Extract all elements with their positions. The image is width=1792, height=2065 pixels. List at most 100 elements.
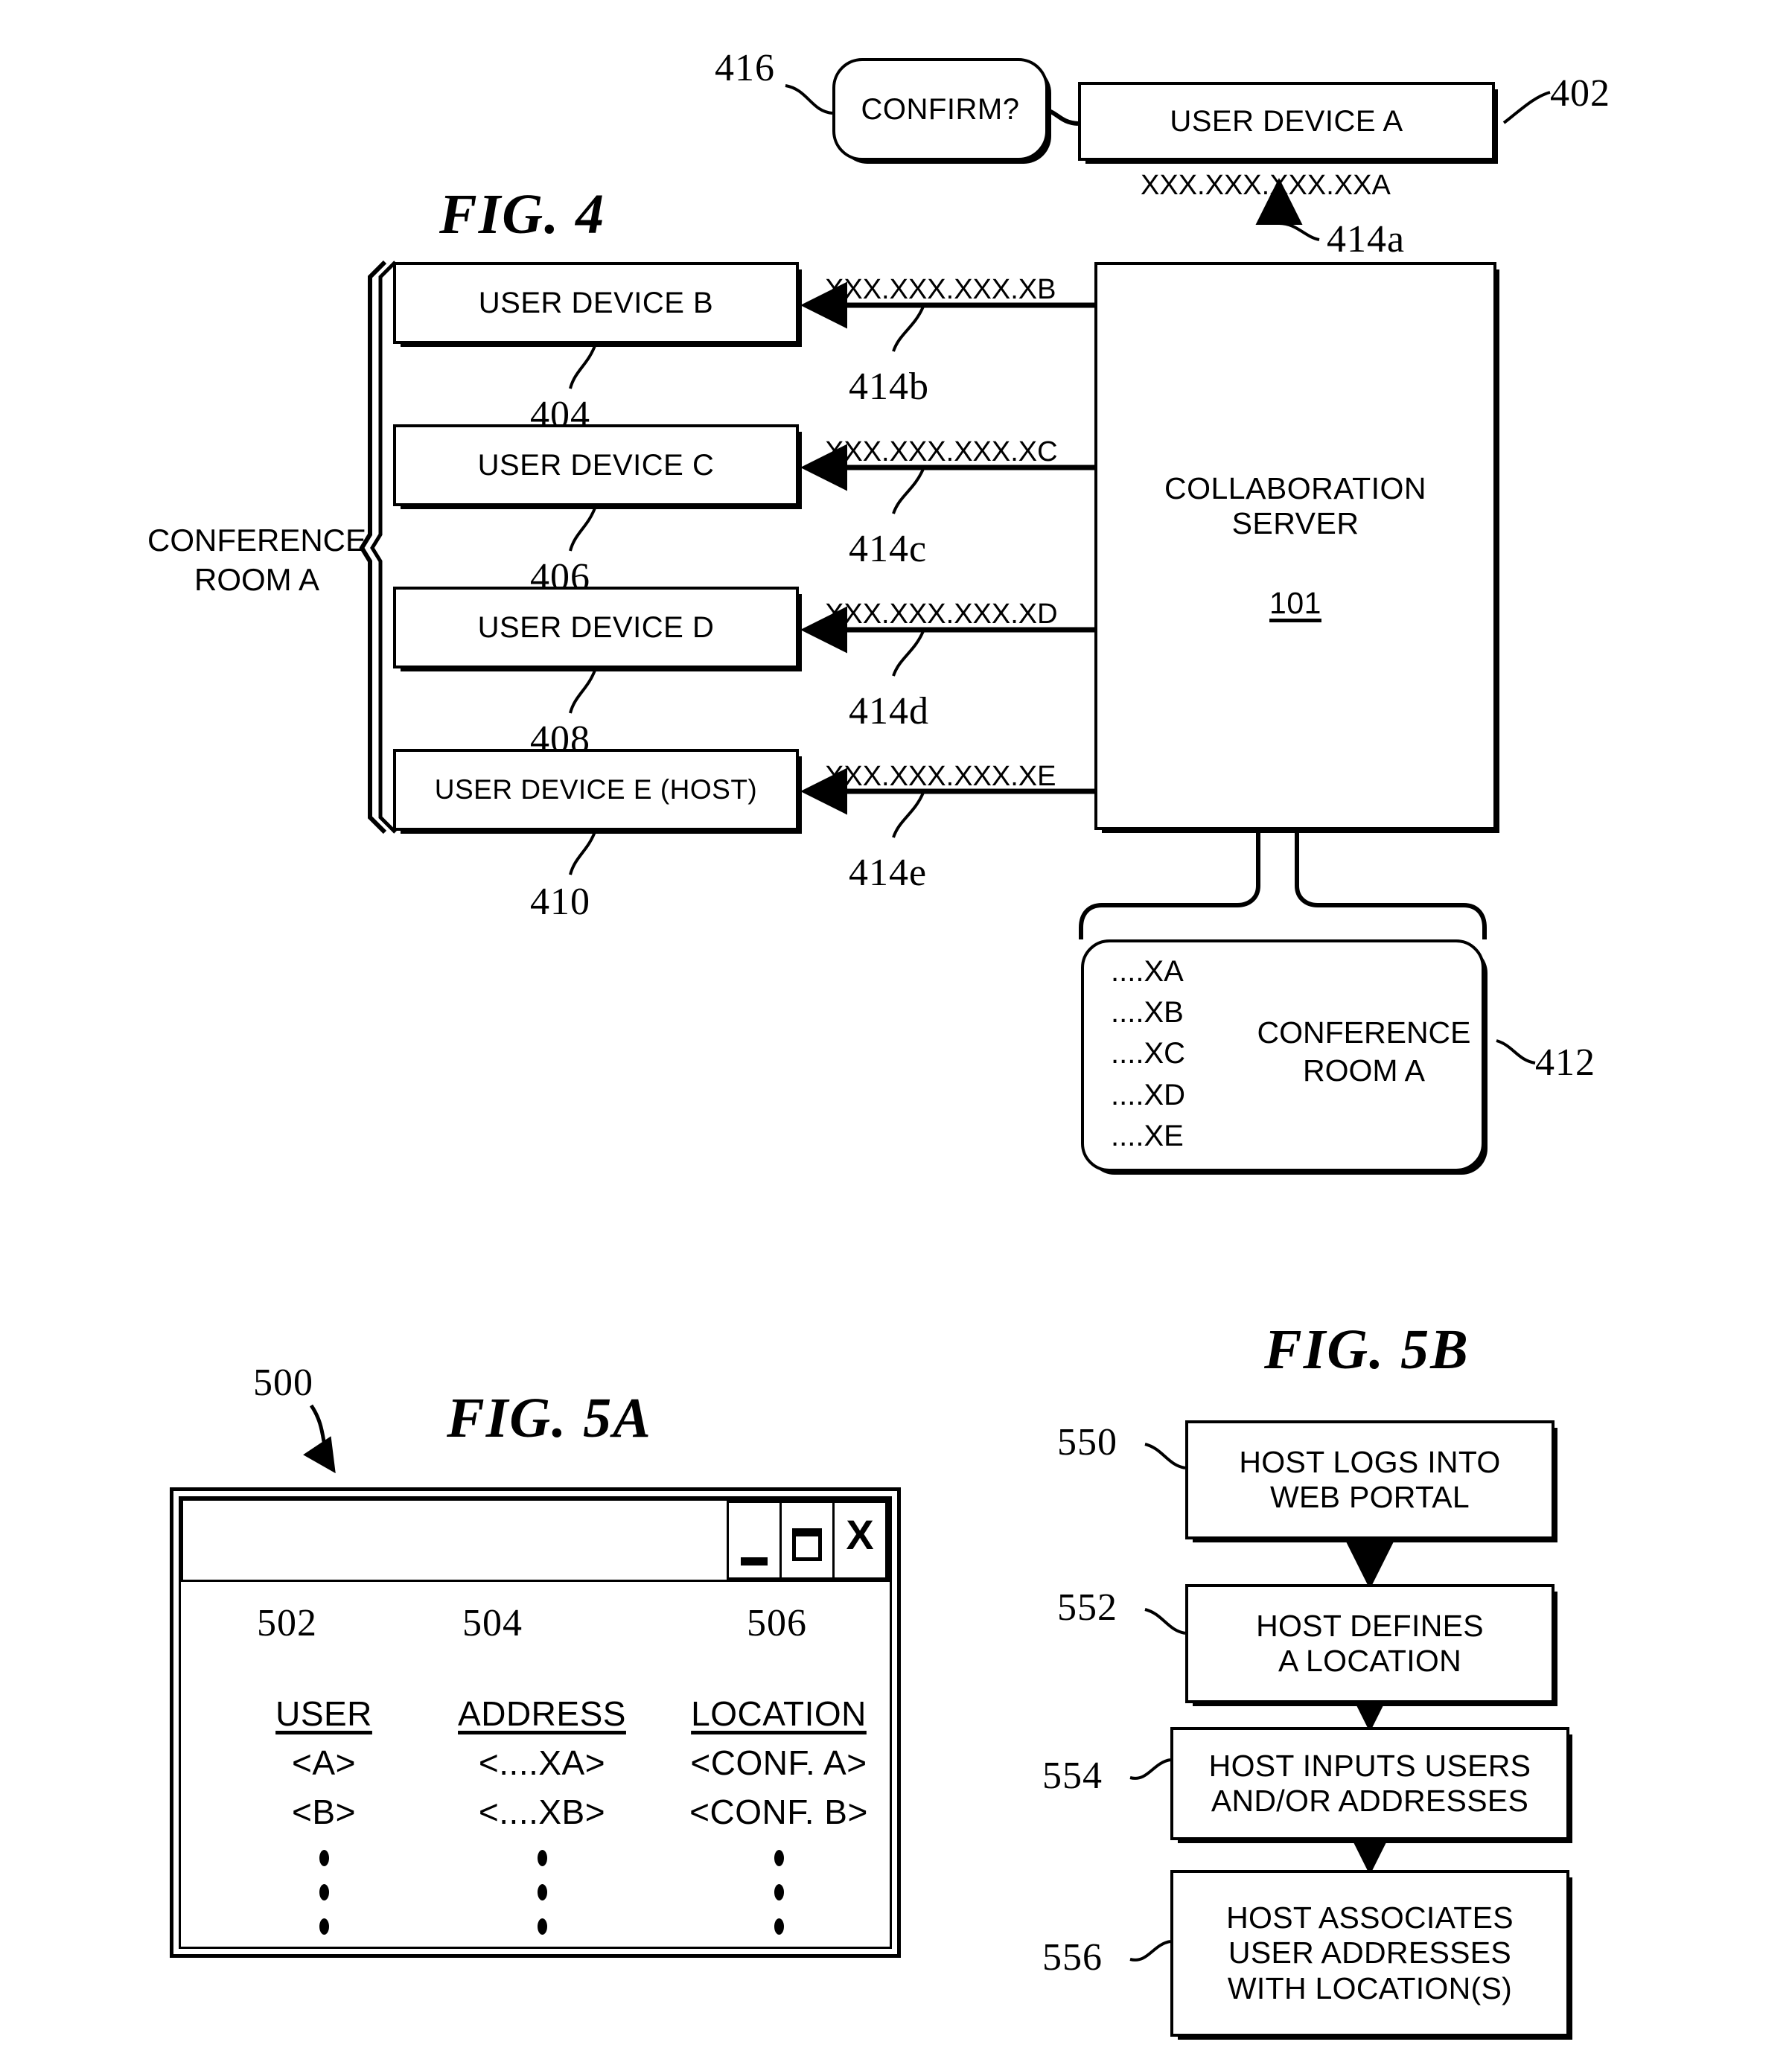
- window-titlebar[interactable]: X: [181, 1499, 890, 1582]
- leader-402: [1502, 91, 1551, 124]
- flow-step-552-line1: HOST DEFINES: [1256, 1608, 1484, 1643]
- user-device-b-box: USER DEVICE B: [393, 262, 799, 344]
- address-xb: XXX.XXX.XXX.XB: [825, 274, 1056, 305]
- minimize-icon: [741, 1557, 768, 1565]
- close-button[interactable]: X: [832, 1501, 887, 1580]
- ref-414a: 414a: [1327, 218, 1406, 261]
- column-header-address: ADDRESS: [458, 1694, 626, 1733]
- ref-502: 502: [257, 1602, 317, 1644]
- record-address-xa: ....XA: [1111, 955, 1184, 988]
- leader-554: [1129, 1758, 1171, 1780]
- server-record-link-right: [1295, 830, 1487, 939]
- ref-412: 412: [1535, 1041, 1595, 1084]
- fig5b-title: FIG. 5B: [1264, 1318, 1470, 1381]
- ref-556: 556: [1042, 1936, 1103, 1979]
- collaboration-server-box: COLLABORATION SERVER 101: [1094, 262, 1496, 830]
- ref-414b: 414b: [849, 366, 929, 408]
- ref-414e: 414e: [849, 852, 928, 894]
- record-address-xe: ....XE: [1111, 1119, 1184, 1152]
- fig5a-title: FIG. 5A: [447, 1387, 652, 1449]
- flow-step-host-inputs-users-addresses: HOST INPUTS USERS AND/OR ADDRESSES: [1170, 1727, 1569, 1840]
- user-device-c-box: USER DEVICE C: [393, 424, 799, 506]
- table-row: <CONF. B>: [689, 1793, 868, 1831]
- flow-step-550-line1: HOST LOGS INTO: [1239, 1444, 1501, 1479]
- ellipsis-dot: [319, 1918, 329, 1935]
- ref-550: 550: [1057, 1421, 1117, 1464]
- minimize-button[interactable]: [727, 1501, 782, 1580]
- collaboration-server-line1: COLLABORATION: [1164, 470, 1427, 505]
- table-row: <B>: [292, 1793, 356, 1831]
- ellipsis-dot: [537, 1850, 547, 1866]
- table-column-location: LOCATION <CONF. A> <CONF. B>: [656, 1694, 902, 1935]
- leader-556: [1129, 1940, 1171, 1962]
- ref-554: 554: [1042, 1755, 1103, 1797]
- user-device-d-box: USER DEVICE D: [393, 587, 799, 668]
- ref-500: 500: [253, 1362, 313, 1404]
- close-icon: X: [846, 1510, 874, 1558]
- flow-step-556-line2: USER ADDRESSES: [1228, 1935, 1512, 1970]
- conference-room-record-addresses: ....XA ....XB ....XC ....XD ....XE: [1111, 951, 1222, 1157]
- fig5a-window[interactable]: X 502 504 506 USER <A> <B> ADDRESS <....…: [170, 1487, 901, 1958]
- ref-402: 402: [1550, 72, 1610, 115]
- ellipsis-dot: [319, 1850, 329, 1866]
- leader-406: [569, 505, 597, 552]
- flow-step-556-line3: WITH LOCATION(S): [1227, 1970, 1513, 2005]
- leader-414e: [892, 792, 925, 838]
- leader-414c: [892, 468, 925, 514]
- ref-414c: 414c: [849, 528, 928, 570]
- maximize-button[interactable]: [779, 1501, 835, 1580]
- table-column-user: USER <A> <B>: [227, 1694, 421, 1935]
- window-controls: X: [727, 1501, 887, 1580]
- record-name-line1: CONFERENCE: [1257, 1015, 1471, 1050]
- leader-404: [569, 343, 597, 389]
- balloon-tail: [1045, 108, 1079, 126]
- ellipsis-dot: [537, 1884, 547, 1900]
- fig4-title: FIG. 4: [439, 183, 606, 246]
- collaboration-server-line2: SERVER: [1231, 505, 1359, 540]
- record-address-xb: ....XB: [1111, 996, 1184, 1030]
- user-device-e-box: USER DEVICE E (HOST): [393, 749, 799, 831]
- user-device-a-label: USER DEVICE A: [1170, 105, 1403, 138]
- conference-room-a-line2: ROOM A: [194, 561, 320, 597]
- leader-414a: [1278, 222, 1320, 241]
- user-device-c-label: USER DEVICE C: [477, 449, 715, 482]
- server-record-link-left: [1079, 830, 1260, 939]
- user-device-b-label: USER DEVICE B: [478, 287, 714, 319]
- flow-step-554-line2: AND/OR ADDRESSES: [1211, 1784, 1529, 1818]
- leader-412: [1496, 1039, 1536, 1065]
- ref-416: 416: [715, 47, 775, 89]
- address-xe: XXX.XXX.XXX.XE: [825, 761, 1056, 792]
- maximize-icon: [792, 1528, 822, 1561]
- table-row: <....XA>: [478, 1743, 606, 1782]
- address-xd: XXX.XXX.XXX.XD: [825, 599, 1058, 630]
- patent-drawing-sheet: FIG. 4 416 CONFIRM? USER DEVICE A 402 XX…: [0, 0, 1792, 2065]
- leader-410: [569, 829, 597, 875]
- table-row: <CONF. A>: [690, 1743, 867, 1782]
- ellipsis-dot: [774, 1884, 784, 1900]
- table-column-address: ADDRESS <....XA> <....XB>: [419, 1694, 665, 1935]
- leader-416: [785, 84, 833, 115]
- ref-504: 504: [462, 1602, 523, 1644]
- flow-step-host-defines-a-location: HOST DEFINES A LOCATION: [1185, 1584, 1555, 1703]
- ref-552: 552: [1057, 1586, 1117, 1629]
- table-row: <....XB>: [478, 1793, 606, 1831]
- conference-room-record-name: CONFERENCE ROOM A: [1245, 1014, 1483, 1091]
- user-device-d-label: USER DEVICE D: [477, 611, 715, 644]
- conference-room-a-label: CONFERENCE ROOM A: [134, 521, 380, 599]
- flow-step-554-line1: HOST INPUTS USERS: [1208, 1748, 1531, 1783]
- ref-506: 506: [747, 1602, 807, 1644]
- confirm-balloon-label: CONFIRM?: [861, 93, 1020, 126]
- column-header-location: LOCATION: [691, 1694, 867, 1733]
- ellipsis-location: [656, 1850, 902, 1935]
- ellipsis-dot: [537, 1918, 547, 1935]
- flow-step-550-line2: WEB PORTAL: [1269, 1480, 1470, 1514]
- leader-414d: [892, 631, 925, 677]
- flow-step-host-logs-into-web-portal: HOST LOGS INTO WEB PORTAL: [1185, 1420, 1555, 1539]
- address-xc: XXX.XXX.XXX.XC: [825, 436, 1058, 467]
- leader-414b: [892, 306, 925, 352]
- flow-step-556-line1: HOST ASSOCIATES: [1226, 1900, 1514, 1935]
- flow-step-552-line2: A LOCATION: [1278, 1644, 1462, 1678]
- user-device-a-box: USER DEVICE A: [1078, 82, 1495, 161]
- user-device-e-label: USER DEVICE E (HOST): [434, 773, 758, 805]
- leader-408: [569, 668, 597, 714]
